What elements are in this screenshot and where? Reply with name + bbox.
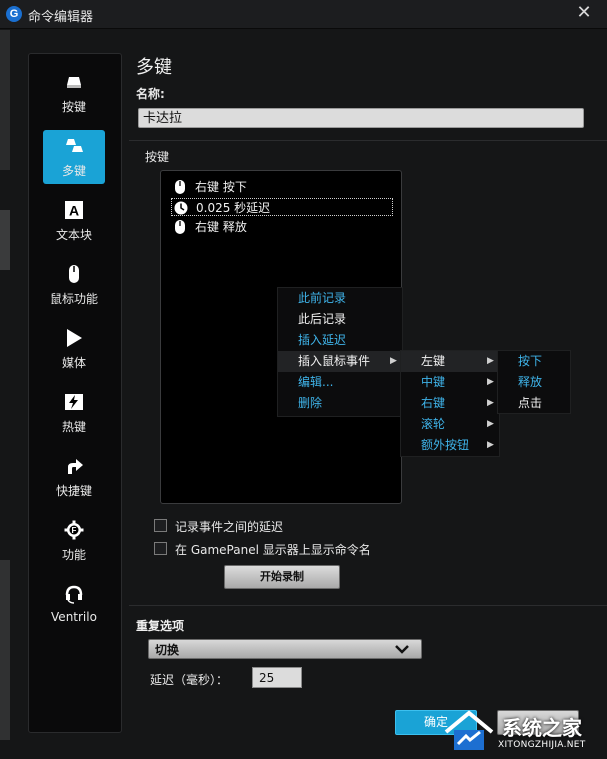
menu-item-record-after[interactable]: 此后记录 (278, 309, 402, 330)
shortcut-arrow-icon (68, 459, 83, 474)
name-input[interactable]: 卡达拉 (138, 108, 584, 128)
menu-item-extra-button[interactable]: 额外按钮 ▶ (401, 435, 499, 456)
mouse-button-submenu: 左键 ▶ 中键 ▶ 右键 ▶ 滚轮 ▶ 额外按钮 ▶ (400, 350, 500, 457)
sidebar-item-media[interactable]: 媒体 (43, 322, 105, 376)
background-strip (0, 30, 10, 170)
text-block-icon: A (65, 201, 83, 219)
repeat-mode-dropdown[interactable]: 切换 (148, 639, 422, 659)
menu-item-middle-button[interactable]: 中键 ▶ (401, 372, 499, 393)
command-editor-window: G 命令编辑器 ✕ 按键 多键 A 文本块 鼠标功能 媒体 热键 快捷键 F 功… (0, 0, 607, 759)
key-icon (67, 77, 81, 88)
sidebar-item-label: 功能 (61, 548, 86, 562)
function-gear-icon: F (64, 520, 84, 540)
window-title: 命令编辑器 (28, 10, 94, 25)
submenu-arrow-icon: ▶ (487, 440, 494, 450)
menu-item-insert-mouse-event[interactable]: 插入鼠标事件 ▶ (278, 351, 402, 372)
sidebar-item-label: Ventrilo (51, 610, 97, 624)
section-divider (129, 605, 607, 606)
mouse-icon (69, 265, 79, 283)
menu-item-scroll-wheel[interactable]: 滚轮 ▶ (401, 414, 499, 435)
watermark-title: 系统之家 (502, 716, 582, 740)
sidebar-item-label: 媒体 (61, 356, 86, 370)
svg-text:F: F (72, 526, 77, 535)
command-type-sidebar: 按键 多键 A 文本块 鼠标功能 媒体 热键 快捷键 F 功能 Ventrilo (28, 53, 122, 733)
submenu-arrow-icon: ▶ (487, 419, 494, 429)
context-menu: 此前记录 此后记录 插入延迟 插入鼠标事件 ▶ 编辑... 删除 (277, 287, 403, 417)
button-action-submenu: 按下 释放 点击 (497, 350, 571, 414)
submenu-arrow-icon: ▶ (487, 398, 494, 408)
headset-icon (65, 585, 83, 604)
sidebar-item-keystroke[interactable]: 按键 (43, 66, 105, 120)
site-watermark: 系统之家 XITONGZHIJIA.NET (440, 708, 600, 756)
submenu-arrow-icon: ▶ (390, 356, 397, 366)
mouse-icon (175, 180, 185, 194)
sidebar-item-label: 鼠标功能 (49, 292, 98, 306)
sidebar-item-label: 文本块 (55, 228, 92, 242)
sidebar-item-label: 快捷键 (55, 484, 92, 498)
repeat-options-label: 重复选项 (136, 619, 185, 633)
menu-item-right-button[interactable]: 右键 ▶ (401, 393, 499, 414)
submenu-arrow-icon: ▶ (487, 356, 494, 366)
clock-icon (174, 201, 188, 215)
menu-item-edit[interactable]: 编辑... (278, 372, 402, 393)
sidebar-item-label: 按键 (61, 100, 86, 114)
sidebar-item-multikey[interactable]: 多键 (43, 130, 105, 184)
logitech-logo-icon: G (6, 6, 22, 22)
svg-text:A: A (69, 203, 79, 219)
delay-label: 延迟（毫秒）： (150, 673, 229, 687)
sidebar-item-mouse-function[interactable]: 鼠标功能 (43, 258, 105, 312)
list-item[interactable]: 右键 按下 (171, 178, 393, 196)
name-label: 名称: (136, 87, 165, 101)
sidebar-item-text-block[interactable]: A 文本块 (43, 194, 105, 248)
background-strip (0, 210, 10, 270)
sidebar-item-shortcut[interactable]: 快捷键 (43, 450, 105, 504)
submenu-arrow-icon: ▶ (487, 377, 494, 387)
background-strip (0, 560, 10, 740)
menu-item-delete[interactable]: 删除 (278, 393, 402, 414)
sidebar-item-hotkey[interactable]: 热键 (43, 386, 105, 440)
menu-item-insert-delay[interactable]: 插入延迟 (278, 330, 402, 351)
sidebar-item-label: 热键 (61, 420, 86, 434)
menu-item-press[interactable]: 按下 (498, 351, 570, 372)
play-icon (67, 329, 82, 347)
menu-item-release[interactable]: 释放 (498, 372, 570, 393)
hotkey-icon (65, 394, 83, 410)
menu-item-click[interactable]: 点击 (498, 393, 570, 414)
menu-item-record-before[interactable]: 此前记录 (278, 288, 402, 309)
watermark-url: XITONGZHIJIA.NET (498, 740, 586, 750)
delay-input[interactable]: 25 (252, 667, 302, 688)
show-name-checkbox[interactable] (154, 542, 167, 555)
house-logo-icon (444, 710, 494, 750)
title-bar: G 命令编辑器 ✕ (0, 0, 607, 29)
menu-item-left-button[interactable]: 左键 ▶ (401, 351, 499, 372)
list-item[interactable]: 右键 释放 (171, 218, 393, 236)
sidebar-item-label: 多键 (61, 164, 86, 178)
list-item[interactable]: 0.025 秒延迟 (171, 198, 393, 216)
sidebar-item-function[interactable]: F 功能 (43, 514, 105, 568)
chevron-down-icon (395, 645, 409, 654)
mouse-icon (175, 220, 185, 234)
start-recording-button[interactable]: 开始录制 (224, 565, 340, 589)
record-delay-checkbox[interactable] (154, 519, 167, 532)
keys-label: 按键 (145, 150, 170, 164)
multikey-icon (66, 139, 83, 152)
close-button[interactable]: ✕ (575, 4, 593, 22)
sidebar-item-ventrilo[interactable]: Ventrilo (43, 578, 105, 632)
page-title: 多键 (136, 57, 172, 78)
